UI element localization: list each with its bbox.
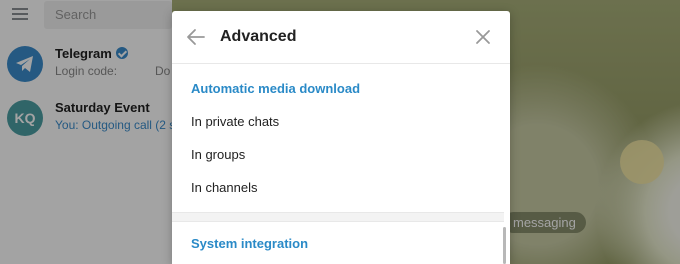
scrollbar-thumb[interactable] xyxy=(503,227,506,264)
advanced-settings-dialog: Advanced Automatic media download In pri… xyxy=(172,11,510,264)
header-divider xyxy=(172,63,510,64)
back-arrow-icon[interactable] xyxy=(186,28,206,46)
section-title-media-download: Automatic media download xyxy=(191,81,361,96)
dialog-header: Advanced xyxy=(172,11,510,63)
option-groups[interactable]: In groups xyxy=(191,147,245,162)
section-separator xyxy=(172,212,504,222)
close-icon[interactable] xyxy=(474,28,492,46)
option-private-chats[interactable]: In private chats xyxy=(191,114,279,129)
section-title-system-integration: System integration xyxy=(191,236,309,251)
option-channels[interactable]: In channels xyxy=(191,180,258,195)
dialog-title: Advanced xyxy=(220,28,297,45)
